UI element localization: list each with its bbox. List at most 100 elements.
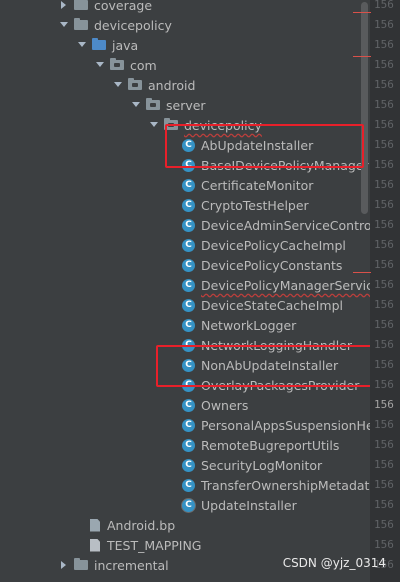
tree-item-label: BaseIDevicePolicyManager: [201, 157, 369, 173]
tree-item-label: com: [130, 57, 157, 73]
project-tree-panel: coverage devicepolicy java com android server…: [0, 0, 370, 582]
tree-item-class[interactable]: C SecurityLogMonitor: [0, 455, 370, 475]
tree-item-class[interactable]: C OverlayPackagesProvider: [0, 375, 370, 395]
class-icon: C: [182, 218, 195, 232]
tree-item-class[interactable]: C DevicePolicyConstants: [0, 255, 370, 275]
tree-item-class[interactable]: C Owners: [0, 395, 370, 415]
chevron-right-icon[interactable]: [58, 559, 70, 571]
tree-item-label: Android.bp: [107, 517, 176, 533]
chevron-down-icon[interactable]: [76, 39, 88, 51]
class-icon: C: [182, 158, 195, 172]
tree-item-folder[interactable]: devicepolicy: [0, 115, 370, 135]
tree-item-class[interactable]: C RemoteBugreportUtils: [0, 435, 370, 455]
line-number: 156: [374, 238, 394, 251]
tree-item-label: devicepolicy: [94, 17, 172, 33]
tree-item-folder[interactable]: java: [0, 35, 370, 55]
tree-item-class[interactable]: C PersonalAppsSuspensionHelper: [0, 415, 370, 435]
line-number: 156: [374, 378, 394, 391]
tree-item-file[interactable]: TEST_MAPPING: [0, 535, 370, 555]
tree-item-class[interactable]: C DeviceAdminServiceController: [0, 215, 370, 235]
package-icon: [146, 98, 160, 110]
chevron-right-icon[interactable]: [58, 0, 70, 11]
tree-item-label: CertificateMonitor: [201, 177, 314, 193]
tree-item-label: RemoteBugreportUtils: [201, 437, 340, 453]
tree-item-class[interactable]: C TransferOwnershipMetadataManager: [0, 475, 370, 495]
tree-item-label: Owners: [201, 397, 249, 413]
tree-item-class[interactable]: C NetworkLogger: [0, 315, 370, 335]
chevron-down-icon[interactable]: [148, 119, 160, 131]
line-number: 156: [374, 318, 394, 331]
class-icon: C: [182, 398, 195, 412]
class-icon: C: [182, 318, 195, 332]
class-icon: C: [182, 498, 195, 512]
tree-item-label: OverlayPackagesProvider: [201, 377, 360, 393]
tree-item-class[interactable]: C AbUpdateInstaller: [0, 135, 370, 155]
class-icon: C: [182, 138, 195, 152]
line-number: 156: [374, 498, 394, 511]
tree-item-label: DeviceAdminServiceController: [201, 217, 370, 233]
line-number: 156: [374, 218, 394, 231]
tree-item-folder[interactable]: devicepolicy: [0, 15, 370, 35]
line-number: 156: [374, 0, 394, 11]
tree-item-label: CryptoTestHelper: [201, 197, 309, 213]
tree-item-class[interactable]: C DeviceStateCacheImpl: [0, 295, 370, 315]
line-number: 156: [374, 158, 394, 171]
class-icon: C: [182, 178, 195, 192]
tree-item-label: coverage: [94, 0, 153, 13]
line-number: 156: [374, 278, 394, 291]
tree-item-class[interactable]: C UpdateInstaller: [0, 495, 370, 515]
tree-item-label: SecurityLogMonitor: [201, 457, 323, 473]
tree-item-class[interactable]: C CryptoTestHelper: [0, 195, 370, 215]
tree-item-folder[interactable]: coverage: [0, 0, 370, 15]
line-number: 156: [374, 58, 394, 71]
error-marker: [353, 56, 371, 57]
line-number: 156: [374, 358, 394, 371]
line-number: 156: [374, 38, 394, 51]
tree-scrollbar[interactable]: [361, 2, 368, 214]
tree-item-folder[interactable]: server: [0, 95, 370, 115]
tree-item-class[interactable]: C CertificateMonitor: [0, 175, 370, 195]
error-marker: [353, 12, 371, 13]
line-number: 156: [374, 18, 394, 31]
class-icon: C: [182, 418, 195, 432]
tree-item-class[interactable]: C BaseIDevicePolicyManager: [0, 155, 370, 175]
tree-item-label: AbUpdateInstaller: [201, 137, 314, 153]
tree-item-label: server: [166, 97, 206, 113]
line-number: 156: [374, 178, 394, 191]
chevron-down-icon[interactable]: [94, 59, 106, 71]
tree-item-label: DevicePolicyManagerService: [201, 277, 370, 293]
line-number: 156: [374, 518, 394, 531]
tree-item-class[interactable]: C NetworkLoggingHandler: [0, 335, 370, 355]
class-icon: C: [182, 458, 195, 472]
line-number-gutter: 156 156 156 156 156 156 156 156 156 156 156 156 156 1…: [370, 0, 400, 582]
tree-item-label: NonAbUpdateInstaller: [201, 357, 339, 373]
error-marker: [353, 272, 371, 273]
line-number: 156: [374, 258, 394, 271]
tree-item-label: android: [148, 77, 196, 93]
class-icon: C: [182, 478, 195, 492]
tree-item-folder[interactable]: android: [0, 75, 370, 95]
class-icon: C: [182, 198, 195, 212]
tree-item-folder[interactable]: com: [0, 55, 370, 75]
class-icon: C: [182, 338, 195, 352]
tree-item-class[interactable]: C DevicePolicyManagerService: [0, 275, 370, 295]
class-icon: C: [182, 378, 195, 392]
chevron-down-icon[interactable]: [130, 99, 142, 111]
line-number: 156: [374, 138, 394, 151]
watermark-text: CSDN @yjz_0314: [282, 556, 386, 570]
chevron-down-icon[interactable]: [58, 19, 70, 31]
tree-item-label: DevicePolicyCacheImpl: [201, 237, 346, 253]
tree-item-file[interactable]: Android.bp: [0, 515, 370, 535]
tree-item-label: TEST_MAPPING: [107, 537, 202, 553]
tree-item-label: devicepolicy: [184, 117, 262, 133]
tree-item-class[interactable]: C DevicePolicyCacheImpl: [0, 235, 370, 255]
folder-icon: [74, 558, 88, 570]
tree-item-label: PersonalAppsSuspensionHelper: [201, 417, 370, 433]
class-icon: C: [182, 278, 195, 292]
line-number: 156: [374, 538, 394, 551]
tree-item-class[interactable]: C NonAbUpdateInstaller: [0, 355, 370, 375]
line-number: 156: [374, 458, 394, 471]
tree-item-label: java: [112, 37, 139, 53]
line-number: 156: [374, 298, 394, 311]
chevron-down-icon[interactable]: [112, 79, 124, 91]
